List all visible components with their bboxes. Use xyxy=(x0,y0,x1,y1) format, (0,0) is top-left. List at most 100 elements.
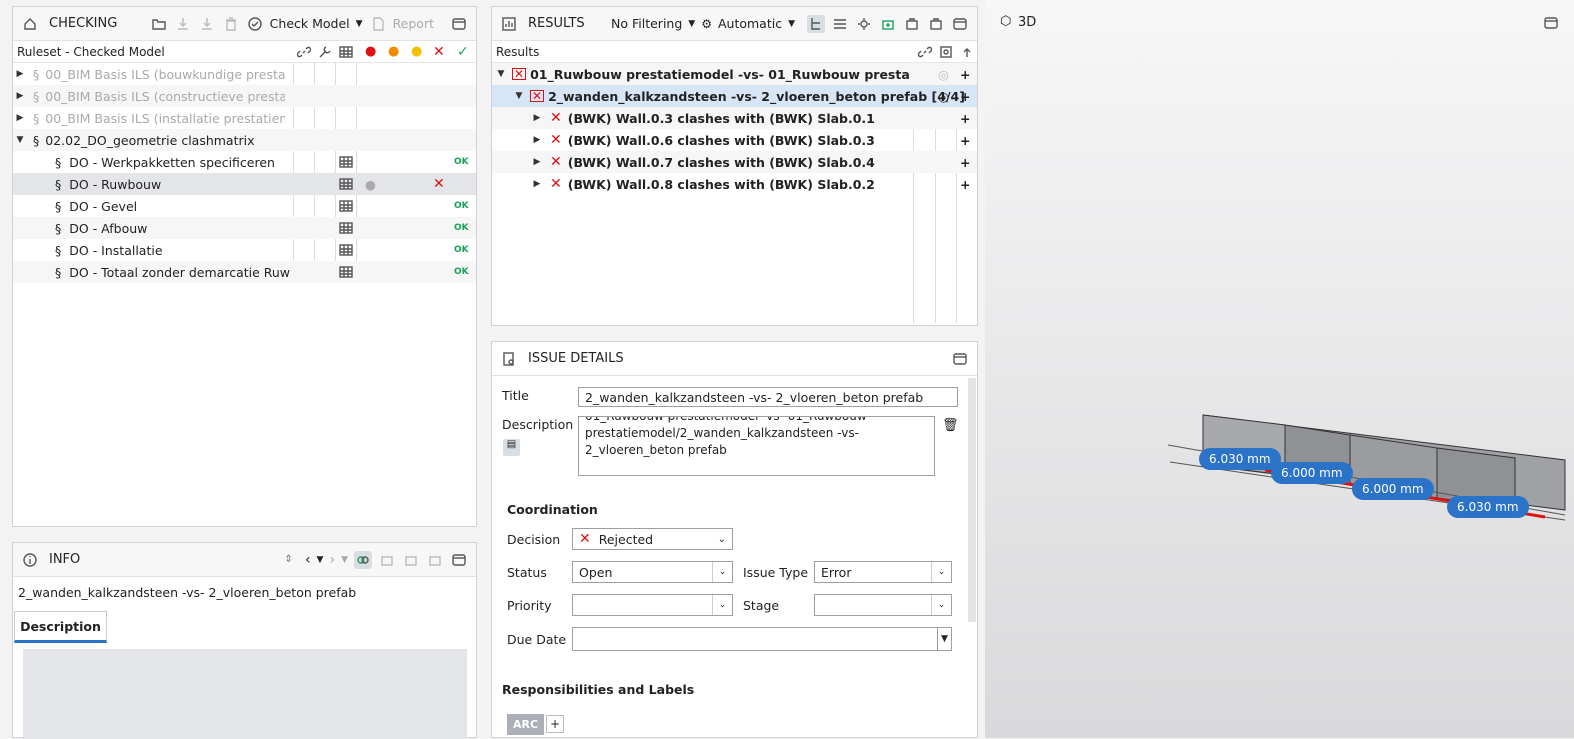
table-row[interactable]: ▶ ✕ (BWK) Wall.0.8 clashes with (BWK) Slab… xyxy=(492,173,977,195)
comment-icon[interactable]: ▤ xyxy=(503,439,520,456)
folder-icon[interactable] xyxy=(150,15,168,33)
info-name: 2_wanden_kalkzandsteen -vs- 2_vloeren_be… xyxy=(18,585,357,600)
list-item[interactable]: § DO - Gevel OK xyxy=(13,195,476,217)
description-field[interactable]: 01_Ruwbouw prestatiemodel -vs- 01_Ruwbou… xyxy=(578,416,935,476)
bag2-icon[interactable] xyxy=(426,551,444,569)
coordination-heading: Coordination xyxy=(507,502,598,517)
results-title: RESULTS xyxy=(528,16,585,31)
due-date-label: Due Date xyxy=(507,632,567,647)
wrench-icon xyxy=(316,43,334,61)
list-item[interactable]: § DO - Afbouw OK xyxy=(13,217,476,239)
dimension-label: 6.000 mm xyxy=(1352,478,1434,500)
filter-dropdown-icon[interactable]: ▼ xyxy=(688,19,695,29)
trash-icon[interactable]: 🗑 xyxy=(942,418,959,433)
arc-tag[interactable]: ARC xyxy=(507,714,545,735)
stage-select[interactable]: ⌄ xyxy=(814,594,952,616)
tab-description[interactable]: Description xyxy=(14,611,107,643)
view-3d[interactable]: ⬡ 3D 6.030 mm 6.000 mm 6.000 mm 6.030 mm xyxy=(985,0,1574,738)
list-item[interactable]: §DO - Totaal zonder demarcatie RuwbouwOK xyxy=(13,261,476,283)
report-button[interactable]: Report xyxy=(393,16,434,31)
dropdown-icon[interactable]: ▼ xyxy=(317,555,324,565)
stage-label: Stage xyxy=(743,598,780,613)
decision-label: Decision xyxy=(507,532,561,547)
results-panel: RESULTS No Filtering ▼ ⚙ Automatic ▼ Res… xyxy=(491,6,978,326)
table-row[interactable]: ▼ ✕ 01_Ruwbouw prestatiemodel -vs- 01_Ruwb… xyxy=(492,63,977,85)
report-icon[interactable] xyxy=(369,15,387,33)
issue-details-panel: ISSUE DETAILS Title 2_wanden_kalkzandste… xyxy=(491,341,978,738)
results-list: ▼ ✕ 01_Ruwbouw prestatiemodel -vs- 01_Ruwb… xyxy=(492,63,977,323)
info-header: INFO ⇕ ‹ ▼ › ▼ xyxy=(13,543,476,577)
prev-icon[interactable]: ‹ xyxy=(305,552,311,568)
link-icon xyxy=(916,43,934,61)
ruleset-header-label: Ruleset - Checked Model xyxy=(17,44,165,59)
camera-icon xyxy=(937,43,955,61)
tree-view-icon[interactable] xyxy=(807,14,825,33)
list-item[interactable]: § DO - Werkpakketten specificeren OK xyxy=(13,151,476,173)
link-icon xyxy=(295,43,313,61)
bag2-icon[interactable] xyxy=(927,15,945,33)
download-icon[interactable] xyxy=(174,15,192,33)
check-model-button[interactable]: Check Model xyxy=(270,16,350,31)
issue-type-select[interactable]: Error ⌄ xyxy=(814,561,952,583)
mode-dropdown-icon[interactable]: ▼ xyxy=(788,19,795,29)
description-label: Description xyxy=(502,417,574,432)
table-row[interactable]: ▼ ✕ 2_wanden_kalkzandsteen -vs- 2_vloeren_… xyxy=(492,85,977,107)
bag-icon[interactable] xyxy=(402,551,420,569)
status-select[interactable]: Open ⌄ xyxy=(572,561,733,583)
filter-icon[interactable]: ▼ xyxy=(341,555,348,565)
add-tag-button[interactable]: + xyxy=(546,715,564,733)
settings-icon[interactable] xyxy=(855,15,873,33)
check-model-icon[interactable] xyxy=(246,15,264,33)
mode-dropdown[interactable]: Automatic xyxy=(718,16,782,31)
toggle-icon[interactable] xyxy=(354,550,372,569)
due-date-field[interactable]: ▼ xyxy=(572,627,952,651)
list-item[interactable]: § DO - Installatie OK xyxy=(13,239,476,261)
results-column-header: Results xyxy=(492,41,977,63)
list-item[interactable]: ▼ § 02.02_DO_geometrie clashmatrix xyxy=(13,129,476,151)
download-all-icon[interactable] xyxy=(198,15,216,33)
dimension-label: 6.000 mm xyxy=(1271,462,1353,484)
scrollbar[interactable] xyxy=(968,378,976,622)
check-model-dropdown-icon[interactable]: ▼ xyxy=(356,19,363,29)
maximize-icon[interactable] xyxy=(450,15,468,33)
results-header: RESULTS No Filtering ▼ ⚙ Automatic ▼ xyxy=(492,7,977,41)
table-row[interactable]: ▶ ✕ (BWK) Wall.0.7 clashes with (BWK) Slab… xyxy=(492,151,977,173)
red-dot-icon: ● xyxy=(365,44,377,59)
filter-dropdown[interactable]: No Filtering xyxy=(611,16,682,31)
maximize-icon[interactable] xyxy=(951,15,969,33)
x-icon: ✕ xyxy=(433,43,445,60)
list-item[interactable]: ▶ § 00_BIM Basis ILS (constructieve presta… xyxy=(13,85,476,107)
results-header-label: Results xyxy=(496,44,540,59)
add-icon[interactable] xyxy=(378,551,396,569)
priority-select[interactable]: ⌄ xyxy=(572,594,733,616)
checking-title: CHECKING xyxy=(49,16,118,31)
list-item[interactable]: ▶ § 00_BIM Basis ILS (installatie prestati… xyxy=(13,107,476,129)
check-icon: ✓ xyxy=(457,43,469,60)
list-view-icon[interactable] xyxy=(831,15,849,33)
ruleset-column-header: Ruleset - Checked Model ● ● ● ✕ ✓ xyxy=(13,41,476,63)
responsibilities-heading: Responsibilities and Labels xyxy=(502,682,695,697)
model-3d xyxy=(1167,414,1566,521)
checking-icon xyxy=(21,15,39,33)
maximize-icon[interactable] xyxy=(951,350,969,368)
info-icon xyxy=(21,551,39,569)
results-icon xyxy=(500,15,518,33)
add-issue-icon[interactable] xyxy=(879,15,897,33)
title-field[interactable]: 2_wanden_kalkzandsteen -vs- 2_vloeren_be… xyxy=(578,387,958,407)
sort-icon[interactable]: ⇕ xyxy=(285,554,293,565)
bag-icon[interactable] xyxy=(903,15,921,33)
list-item[interactable]: ▶§00_BIM Basis ILS (bouwkundige prestati… xyxy=(13,63,476,85)
info-title: INFO xyxy=(49,552,81,567)
decision-select[interactable]: ✕ Rejected ⌄ xyxy=(572,528,733,550)
dimension-label: 6.030 mm xyxy=(1199,448,1281,470)
table-row[interactable]: ▶ ✕ (BWK) Wall.0.6 clashes with (BWK) Slab… xyxy=(492,129,977,151)
next-icon[interactable]: › xyxy=(329,552,335,568)
table-row[interactable]: ▶ ✕ (BWK) Wall.0.3 clashes with (BWK) Slab… xyxy=(492,107,977,129)
list-item[interactable]: § DO - Ruwbouw ● ✕ xyxy=(13,173,476,195)
table-icon xyxy=(337,43,355,61)
status-label: Status xyxy=(507,565,547,580)
delete-icon[interactable] xyxy=(222,15,240,33)
dimension-label: 6.030 mm xyxy=(1447,496,1529,518)
maximize-icon[interactable] xyxy=(450,551,468,569)
issue-title: ISSUE DETAILS xyxy=(528,351,624,366)
